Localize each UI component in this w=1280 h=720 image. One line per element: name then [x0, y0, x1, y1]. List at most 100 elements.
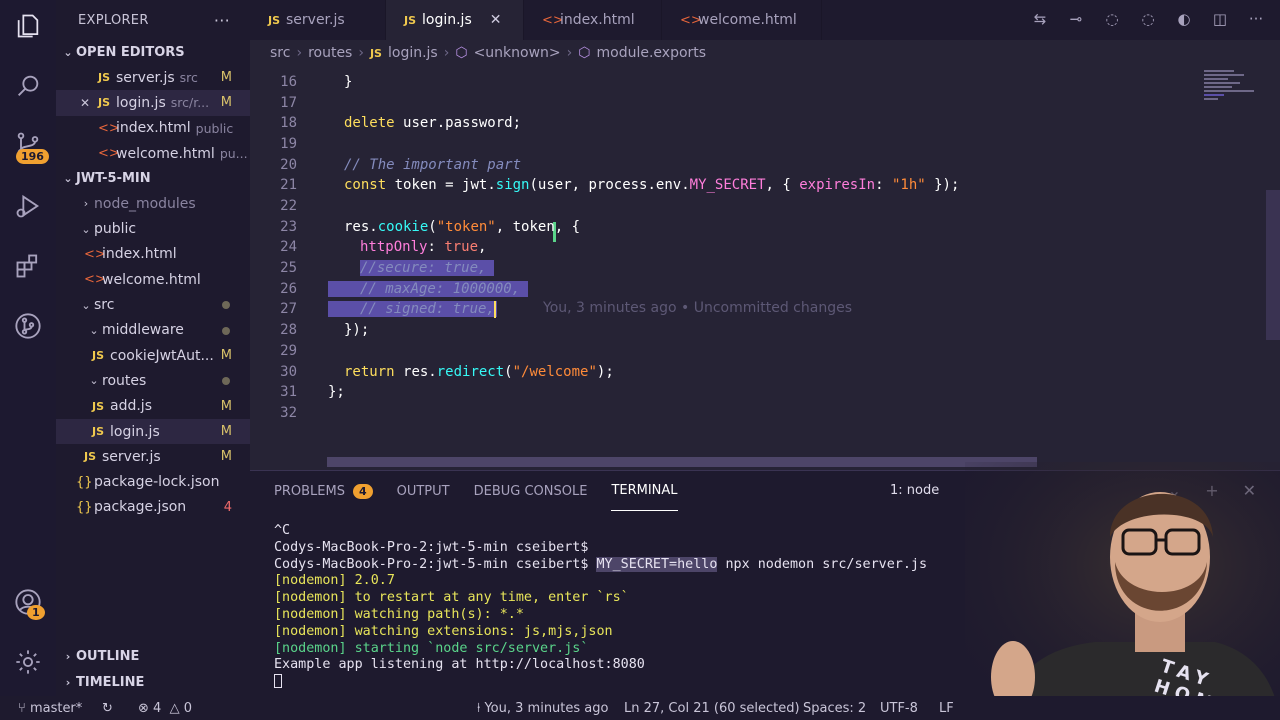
horizontal-scrollbar[interactable]	[327, 457, 1037, 467]
code-line: 19	[250, 134, 297, 155]
code-line: 24 httpOnly: true,	[250, 237, 486, 258]
open-editors-section[interactable]: ⌄ OPEN EDITORS	[56, 40, 250, 65]
settings-gear-icon[interactable]	[12, 646, 44, 678]
open-changes-icon[interactable]: ◐	[1174, 10, 1194, 28]
tree-item-label: server.js	[102, 448, 161, 465]
modified-mark: M	[220, 398, 232, 414]
line-number: 25	[280, 260, 297, 277]
extensions-icon[interactable]	[12, 250, 44, 282]
code-token: redirect	[436, 364, 505, 381]
code-token: , token, {	[495, 219, 581, 236]
encoding[interactable]: UTF-8	[880, 701, 918, 716]
project-section[interactable]: ⌄ JWT-5-MIN	[56, 166, 250, 191]
code-line: 26 // maxAge: 1000000,	[250, 279, 529, 300]
end-of-line[interactable]: LF	[939, 701, 954, 716]
code-editor[interactable]: 16 } 17 18 delete user.password; 19 20 /…	[250, 66, 1280, 470]
code-token: const	[344, 177, 387, 194]
tree-item-public[interactable]: ⌄ public	[56, 216, 250, 241]
problems-status[interactable]: ⊗ 4 △ 0	[138, 701, 192, 716]
tree-item-middleware[interactable]: ⌄ middleware	[56, 318, 250, 343]
chevron-right-icon: ›	[65, 676, 71, 689]
tree-item-label: login.js	[110, 423, 160, 440]
blame-status[interactable]: ⍿ You, 3 minutes ago	[477, 701, 608, 716]
tab-terminal[interactable]: TERMINAL	[611, 471, 678, 511]
git-graph-icon[interactable]	[12, 310, 44, 342]
next-change-icon[interactable]: ◌	[1138, 10, 1158, 28]
terminal-select[interactable]: 1: node	[890, 483, 939, 498]
git-commit-icon[interactable]: ⊸	[1066, 10, 1086, 28]
more-actions-icon[interactable]: ···	[214, 11, 230, 30]
timeline-section[interactable]: › TIMELINE	[56, 670, 250, 695]
modified-mark: M	[220, 95, 232, 111]
chevron-right-icon: ›	[358, 45, 364, 61]
run-debug-icon[interactable]	[12, 190, 44, 222]
sync-icon[interactable]: ↻	[102, 701, 113, 716]
tab-debug-console[interactable]: DEBUG CONSOLE	[474, 471, 588, 511]
terminal-command: npx nodemon src/server.js	[717, 556, 928, 572]
selected-code: //secure: true,	[360, 260, 495, 277]
close-tab-icon[interactable]: ✕	[490, 12, 502, 28]
code-line: 30 return res.redirect("/welcome");	[250, 362, 614, 383]
tab-output[interactable]: OUTPUT	[397, 471, 450, 511]
open-editor-index-html[interactable]: <> index.html public	[56, 116, 250, 141]
tree-item-node-modules[interactable]: › node_modules	[56, 191, 250, 216]
tree-item-routes[interactable]: ⌄ routes	[56, 368, 250, 393]
split-editor-icon[interactable]: ◫	[1210, 10, 1230, 28]
indentation[interactable]: Spaces: 2	[803, 701, 866, 716]
tab-index-html[interactable]: <> index.html	[524, 0, 662, 40]
open-editor-label: index.html	[116, 120, 191, 137]
source-control-badge: 196	[16, 149, 49, 164]
code-token: (user, process.env.	[529, 177, 690, 194]
breadcrumb-module-exports[interactable]: module.exports	[597, 45, 707, 61]
breadcrumb-src[interactable]: src	[270, 45, 290, 61]
open-editor-login-js[interactable]: ✕ JS login.js src/r... M	[56, 90, 250, 116]
compare-changes-icon[interactable]: ⇆	[1030, 10, 1050, 28]
code-token: res.	[344, 219, 378, 236]
line-number: 19	[280, 136, 297, 153]
previous-change-icon[interactable]: ◌	[1102, 10, 1122, 28]
branch-status[interactable]: ⑂ master*	[18, 701, 82, 716]
search-icon[interactable]	[12, 70, 44, 102]
terminal-line: ^C	[274, 523, 291, 538]
tree-item-cookiejwtauth[interactable]: JS cookieJwtAut... M	[56, 343, 250, 368]
tree-item-login-js[interactable]: JS login.js M	[56, 418, 250, 445]
cursor-position[interactable]: Ln 27, Col 21 (60 selected)	[624, 701, 800, 716]
tree-item-index-html[interactable]: <> index.html	[56, 242, 250, 267]
breadcrumb-routes[interactable]: routes	[308, 45, 352, 61]
open-editor-welcome-html[interactable]: <> welcome.html pu...	[56, 141, 250, 166]
code-text: };	[328, 384, 345, 400]
text-cursor	[494, 301, 496, 318]
tab-label: welcome.html	[698, 12, 797, 28]
tree-item-label: welcome.html	[102, 271, 201, 288]
tab-server-js[interactable]: JS server.js	[250, 0, 386, 40]
tree-item-server-js[interactable]: JS server.js M	[56, 444, 250, 469]
code-text: delete user.password;	[344, 115, 521, 131]
code-token: ,	[478, 239, 487, 256]
tree-item-package-lock-json[interactable]: {} package-lock.json	[56, 469, 250, 494]
tab-welcome-html[interactable]: <> welcome.html	[662, 0, 822, 40]
terminal-output[interactable]: ^C Codys-MacBook-Pro-2:jwt-5-min cseiber…	[274, 523, 927, 691]
code-token: "/welcome"	[512, 364, 597, 381]
tree-item-welcome-html[interactable]: <> welcome.html	[56, 267, 250, 292]
chevron-down-icon: ⌄	[89, 374, 99, 388]
open-editor-server-js[interactable]: JS server.js src M	[56, 65, 250, 90]
terminal-line: [nodemon] starting `node src/server.js`	[274, 640, 589, 656]
chevron-right-icon: ›	[83, 197, 89, 211]
more-actions-icon[interactable]: ···	[1246, 10, 1266, 28]
line-number: 22	[280, 198, 297, 215]
outline-section[interactable]: › OUTLINE	[56, 644, 250, 669]
vertical-scrollbar[interactable]	[1266, 190, 1280, 340]
close-icon[interactable]: ✕	[80, 96, 98, 110]
explorer-icon[interactable]	[12, 10, 44, 42]
tree-item-add-js[interactable]: JS add.js M	[56, 394, 250, 419]
line-number: 17	[280, 95, 297, 112]
tree-item-src[interactable]: ⌄ src	[56, 292, 250, 317]
minimap[interactable]	[1204, 70, 1264, 110]
breadcrumb-unknown[interactable]: <unknown>	[474, 45, 561, 61]
tab-login-js[interactable]: JS login.js ✕	[386, 0, 524, 40]
tab-problems[interactable]: PROBLEMS 4	[274, 471, 373, 511]
code-line: 21 const token = jwt.sign(user, process.…	[250, 175, 959, 196]
breadcrumb-login-js[interactable]: login.js	[388, 45, 438, 61]
open-editor-desc: public	[195, 120, 234, 136]
tree-item-package-json[interactable]: {} package.json 4	[56, 495, 250, 520]
